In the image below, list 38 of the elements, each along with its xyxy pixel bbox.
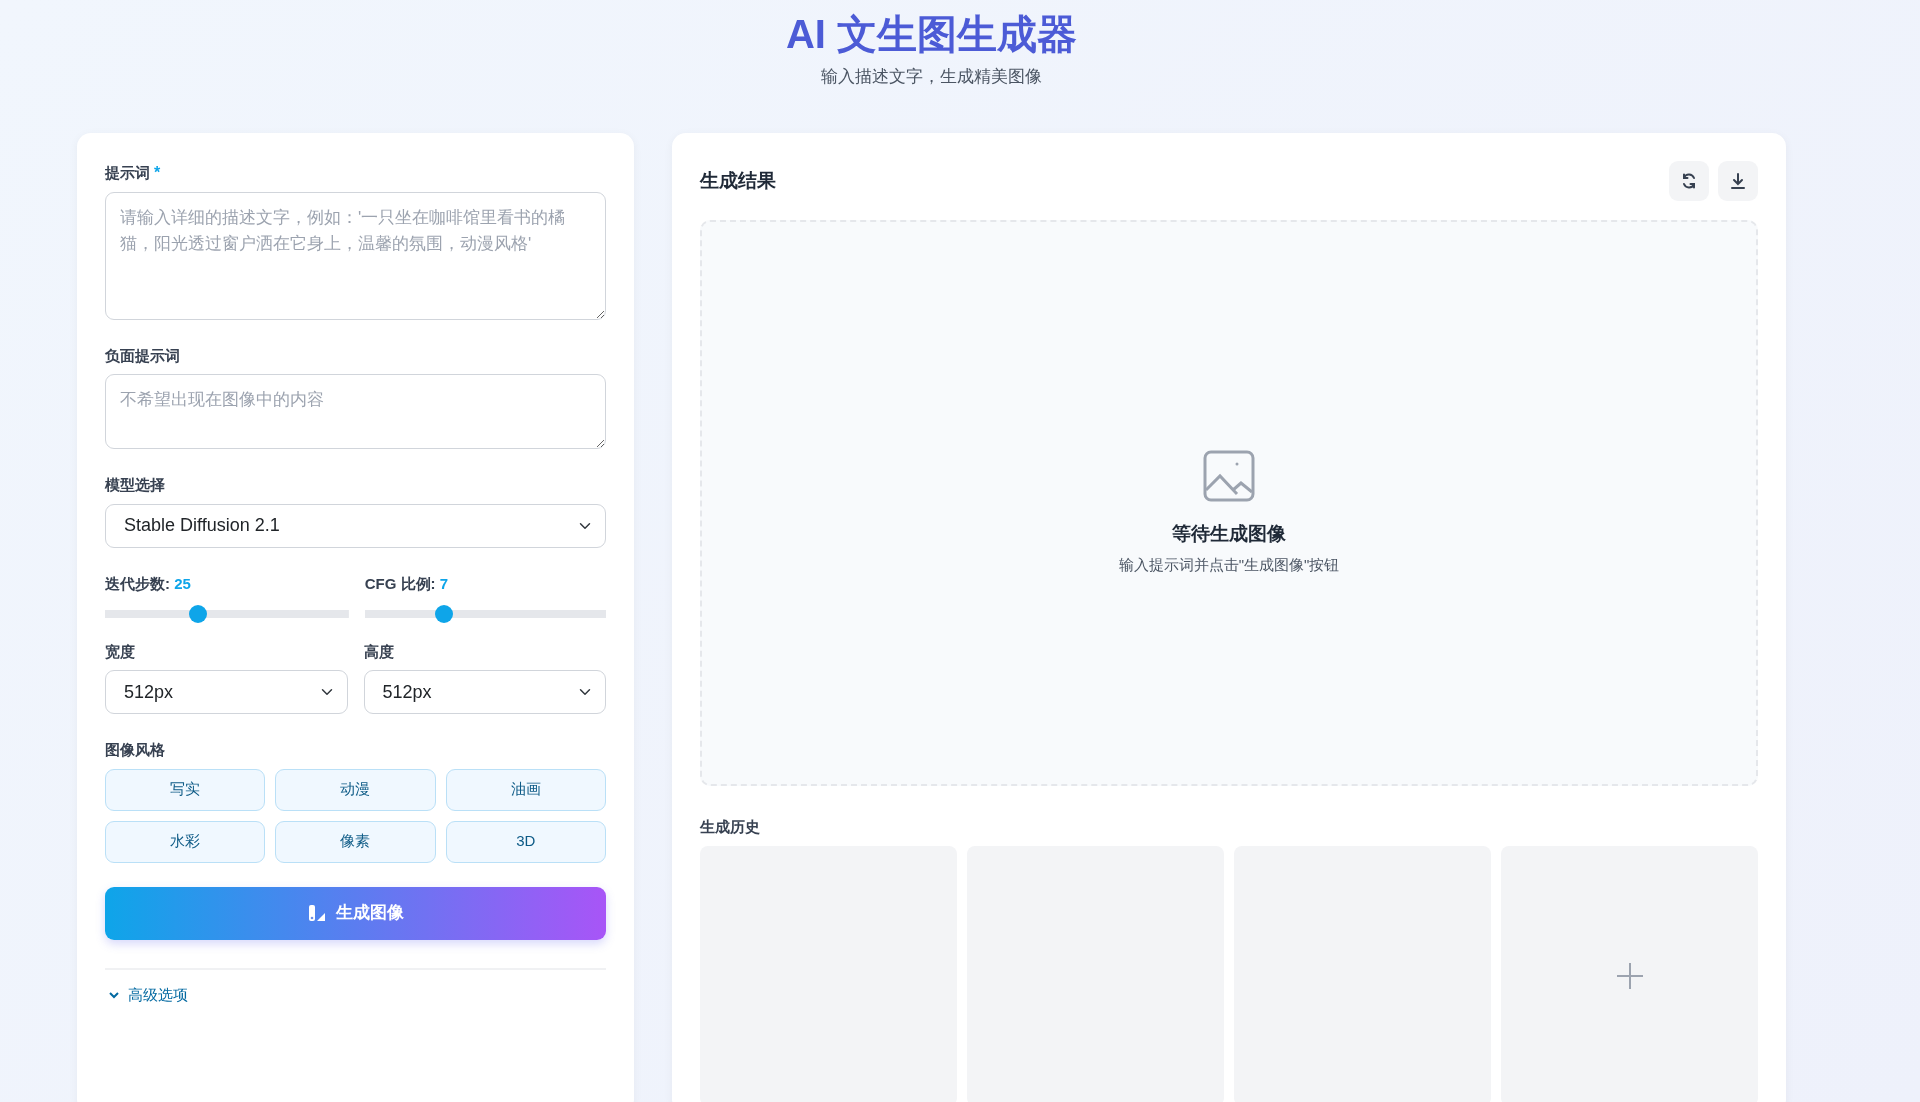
page-subtitle: 输入描述文字，生成精美图像	[820, 66, 1043, 88]
plus-icon	[1615, 961, 1644, 990]
field-label: 宽度	[105, 641, 135, 662]
page-title: AI 文生图生成器	[784, 11, 1079, 58]
style-option-button[interactable]: 写实	[105, 768, 266, 811]
required-mark: *	[154, 164, 161, 181]
size-select[interactable]: 512px	[105, 670, 348, 714]
download-icon	[1729, 172, 1747, 190]
refresh-button[interactable]	[1669, 161, 1709, 201]
slider-label: CFG 比例: 7	[364, 573, 449, 594]
slider-label: 迭代步数: 25	[105, 573, 191, 594]
model-select[interactable]: Stable Diffusion 2.1	[105, 503, 606, 548]
field-label: 图像风格	[105, 740, 165, 760]
style-option-button[interactable]: 动漫	[275, 768, 436, 811]
image-icon	[1203, 449, 1255, 502]
prompt-field[interactable]: 请输入详细的描述文字，例如：'一只坐在咖啡馆里看书的橘猫，阳光透过窗户洒在它身上，温馨的氛围，动漫风格'	[105, 191, 606, 320]
shapes-icon	[307, 904, 326, 922]
field-label: 高度	[363, 641, 394, 662]
history-label: 生成历史	[700, 817, 761, 837]
style-option-button[interactable]: 3D	[445, 820, 606, 863]
field-label: 提示词	[105, 163, 150, 183]
size-select[interactable]: 512px	[363, 670, 606, 714]
negative-prompt-field[interactable]: 不希望出现在图像中的内容	[105, 374, 606, 449]
style-option-button[interactable]: 油画	[445, 768, 606, 811]
slider-thumb[interactable]	[435, 604, 454, 623]
style-option-button[interactable]: 像素	[275, 820, 436, 863]
refresh-icon	[1680, 172, 1698, 190]
field-label: 模型选择	[105, 475, 165, 495]
generate-button[interactable]: 生成图像	[105, 886, 606, 940]
field-label: 负面提示词	[105, 345, 180, 366]
style-option-button[interactable]: 水彩	[105, 820, 266, 863]
add-image-tile[interactable]	[1501, 845, 1758, 1102]
section-title: 生成结果	[700, 168, 776, 193]
slider-thumb[interactable]	[188, 604, 207, 623]
empty-state-title: 等待生成图像	[1172, 521, 1286, 546]
empty-state-hint: 输入提示词并点击"生成图像"按钮	[1118, 555, 1340, 575]
advanced-options-toggle[interactable]: 高级选项	[105, 983, 188, 1006]
download-button[interactable]	[1718, 161, 1758, 201]
